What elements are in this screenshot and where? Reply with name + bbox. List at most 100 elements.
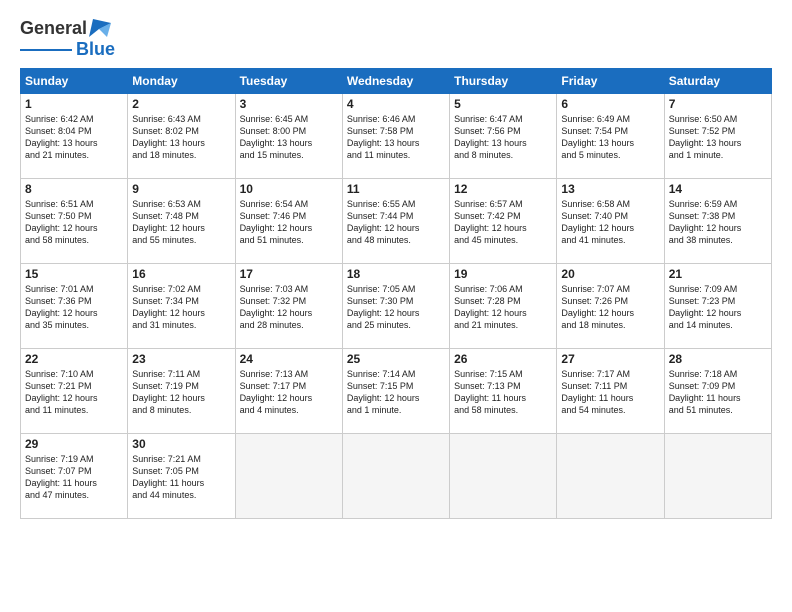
day-number: 30 — [132, 437, 230, 451]
day-info: Sunrise: 7:15 AM Sunset: 7:13 PM Dayligh… — [454, 368, 552, 417]
logo-line: General — [20, 18, 111, 39]
calendar-cell: 20 Sunrise: 7:07 AM Sunset: 7:26 PM Dayli… — [557, 264, 664, 349]
day-number: 22 — [25, 352, 123, 366]
day-info: Sunrise: 7:19 AM Sunset: 7:07 PM Dayligh… — [25, 453, 123, 502]
calendar-cell: 25 Sunrise: 7:14 AM Sunset: 7:15 PM Dayli… — [342, 349, 449, 434]
calendar-cell: 5 Sunrise: 6:47 AM Sunset: 7:56 PM Daylig… — [450, 94, 557, 179]
day-number: 23 — [132, 352, 230, 366]
calendar-body: 1Sunrise: 6:42 AM Sunset: 8:04 PM Daylig… — [21, 94, 772, 519]
calendar-cell: 6Sunrise: 6:49 AM Sunset: 7:54 PM Daylig… — [557, 94, 664, 179]
day-info: Sunrise: 7:14 AM Sunset: 7:15 PM Dayligh… — [347, 368, 445, 417]
calendar-cell: 7 Sunrise: 6:50 AM Sunset: 7:52 PM Daylig… — [664, 94, 771, 179]
logo: General Blue — [20, 18, 115, 60]
day-number: 25 — [347, 352, 445, 366]
calendar-cell — [450, 434, 557, 519]
day-number: 13 — [561, 182, 659, 196]
day-info: Sunrise: 7:05 AM Sunset: 7:30 PM Dayligh… — [347, 283, 445, 332]
day-info: Sunrise: 7:03 AM Sunset: 7:32 PM Dayligh… — [240, 283, 338, 332]
calendar-cell: 15 Sunrise: 7:01 AM Sunset: 7:36 PM Dayli… — [21, 264, 128, 349]
header: General Blue — [20, 18, 772, 60]
calendar-cell: 8Sunrise: 6:51 AM Sunset: 7:50 PM Daylig… — [21, 179, 128, 264]
day-info: Sunrise: 6:57 AM Sunset: 7:42 PM Dayligh… — [454, 198, 552, 247]
calendar-cell: 14Sunrise: 6:59 AM Sunset: 7:38 PM Dayli… — [664, 179, 771, 264]
calendar-week-2: 8Sunrise: 6:51 AM Sunset: 7:50 PM Daylig… — [21, 179, 772, 264]
logo-second-line: Blue — [20, 39, 115, 60]
calendar-cell: 9 Sunrise: 6:53 AM Sunset: 7:48 PM Daylig… — [128, 179, 235, 264]
day-number: 28 — [669, 352, 767, 366]
calendar-week-5: 29 Sunrise: 7:19 AM Sunset: 7:07 PM Dayli… — [21, 434, 772, 519]
day-info: Sunrise: 7:18 AM Sunset: 7:09 PM Dayligh… — [669, 368, 767, 417]
day-number: 26 — [454, 352, 552, 366]
day-info: Sunrise: 7:13 AM Sunset: 7:17 PM Dayligh… — [240, 368, 338, 417]
calendar-cell — [664, 434, 771, 519]
calendar-cell — [235, 434, 342, 519]
calendar-cell: 30 Sunrise: 7:21 AM Sunset: 7:05 PM Dayli… — [128, 434, 235, 519]
calendar-cell: 22 Sunrise: 7:10 AM Sunset: 7:21 PM Dayli… — [21, 349, 128, 434]
day-number: 5 — [454, 97, 552, 111]
day-number: 1 — [25, 97, 123, 111]
logo-blue-text: Blue — [76, 39, 115, 60]
day-info: Sunrise: 6:49 AM Sunset: 7:54 PM Dayligh… — [561, 113, 659, 162]
calendar-cell: 1Sunrise: 6:42 AM Sunset: 8:04 PM Daylig… — [21, 94, 128, 179]
day-number: 16 — [132, 267, 230, 281]
day-number: 4 — [347, 97, 445, 111]
day-info: Sunrise: 6:54 AM Sunset: 7:46 PM Dayligh… — [240, 198, 338, 247]
calendar-week-3: 15 Sunrise: 7:01 AM Sunset: 7:36 PM Dayli… — [21, 264, 772, 349]
day-info: Sunrise: 6:46 AM Sunset: 7:58 PM Dayligh… — [347, 113, 445, 162]
calendar-cell — [557, 434, 664, 519]
day-number: 18 — [347, 267, 445, 281]
day-number: 20 — [561, 267, 659, 281]
day-number: 7 — [669, 97, 767, 111]
calendar-cell: 4 Sunrise: 6:46 AM Sunset: 7:58 PM Daylig… — [342, 94, 449, 179]
day-number: 10 — [240, 182, 338, 196]
day-number: 11 — [347, 182, 445, 196]
logo-divider — [20, 49, 72, 51]
calendar-cell: 10 Sunrise: 6:54 AM Sunset: 7:46 PM Dayli… — [235, 179, 342, 264]
calendar-cell — [342, 434, 449, 519]
day-info: Sunrise: 7:01 AM Sunset: 7:36 PM Dayligh… — [25, 283, 123, 332]
calendar-cell: 13Sunrise: 6:58 AM Sunset: 7:40 PM Dayli… — [557, 179, 664, 264]
day-number: 24 — [240, 352, 338, 366]
logo-bird-icon — [89, 19, 111, 39]
day-number: 12 — [454, 182, 552, 196]
weekday-header-friday: Friday — [557, 69, 664, 94]
logo-general-text: General — [20, 18, 87, 39]
day-info: Sunrise: 6:47 AM Sunset: 7:56 PM Dayligh… — [454, 113, 552, 162]
day-number: 21 — [669, 267, 767, 281]
day-number: 14 — [669, 182, 767, 196]
day-number: 15 — [25, 267, 123, 281]
day-info: Sunrise: 6:50 AM Sunset: 7:52 PM Dayligh… — [669, 113, 767, 162]
day-info: Sunrise: 7:17 AM Sunset: 7:11 PM Dayligh… — [561, 368, 659, 417]
weekday-header-tuesday: Tuesday — [235, 69, 342, 94]
calendar-week-1: 1Sunrise: 6:42 AM Sunset: 8:04 PM Daylig… — [21, 94, 772, 179]
calendar-cell: 24 Sunrise: 7:13 AM Sunset: 7:17 PM Dayli… — [235, 349, 342, 434]
page: General Blue SundayMondayTuesdayWednesda… — [0, 0, 792, 529]
weekday-header-saturday: Saturday — [664, 69, 771, 94]
calendar-cell: 3 Sunrise: 6:45 AM Sunset: 8:00 PM Daylig… — [235, 94, 342, 179]
day-number: 2 — [132, 97, 230, 111]
day-info: Sunrise: 7:07 AM Sunset: 7:26 PM Dayligh… — [561, 283, 659, 332]
calendar-table: SundayMondayTuesdayWednesdayThursdayFrid… — [20, 68, 772, 519]
day-info: Sunrise: 6:45 AM Sunset: 8:00 PM Dayligh… — [240, 113, 338, 162]
day-number: 19 — [454, 267, 552, 281]
day-info: Sunrise: 7:09 AM Sunset: 7:23 PM Dayligh… — [669, 283, 767, 332]
weekday-header-thursday: Thursday — [450, 69, 557, 94]
day-info: Sunrise: 7:06 AM Sunset: 7:28 PM Dayligh… — [454, 283, 552, 332]
day-info: Sunrise: 6:43 AM Sunset: 8:02 PM Dayligh… — [132, 113, 230, 162]
calendar-cell: 28 Sunrise: 7:18 AM Sunset: 7:09 PM Dayli… — [664, 349, 771, 434]
calendar-cell: 21 Sunrise: 7:09 AM Sunset: 7:23 PM Dayli… — [664, 264, 771, 349]
calendar-cell: 27Sunrise: 7:17 AM Sunset: 7:11 PM Dayli… — [557, 349, 664, 434]
calendar-cell: 18 Sunrise: 7:05 AM Sunset: 7:30 PM Dayli… — [342, 264, 449, 349]
day-info: Sunrise: 7:02 AM Sunset: 7:34 PM Dayligh… — [132, 283, 230, 332]
calendar-cell: 17 Sunrise: 7:03 AM Sunset: 7:32 PM Dayli… — [235, 264, 342, 349]
calendar-week-4: 22 Sunrise: 7:10 AM Sunset: 7:21 PM Dayli… — [21, 349, 772, 434]
day-number: 8 — [25, 182, 123, 196]
day-info: Sunrise: 6:53 AM Sunset: 7:48 PM Dayligh… — [132, 198, 230, 247]
day-info: Sunrise: 7:10 AM Sunset: 7:21 PM Dayligh… — [25, 368, 123, 417]
day-info: Sunrise: 7:21 AM Sunset: 7:05 PM Dayligh… — [132, 453, 230, 502]
day-number: 9 — [132, 182, 230, 196]
day-number: 3 — [240, 97, 338, 111]
day-number: 17 — [240, 267, 338, 281]
calendar-cell: 29 Sunrise: 7:19 AM Sunset: 7:07 PM Dayli… — [21, 434, 128, 519]
day-number: 29 — [25, 437, 123, 451]
